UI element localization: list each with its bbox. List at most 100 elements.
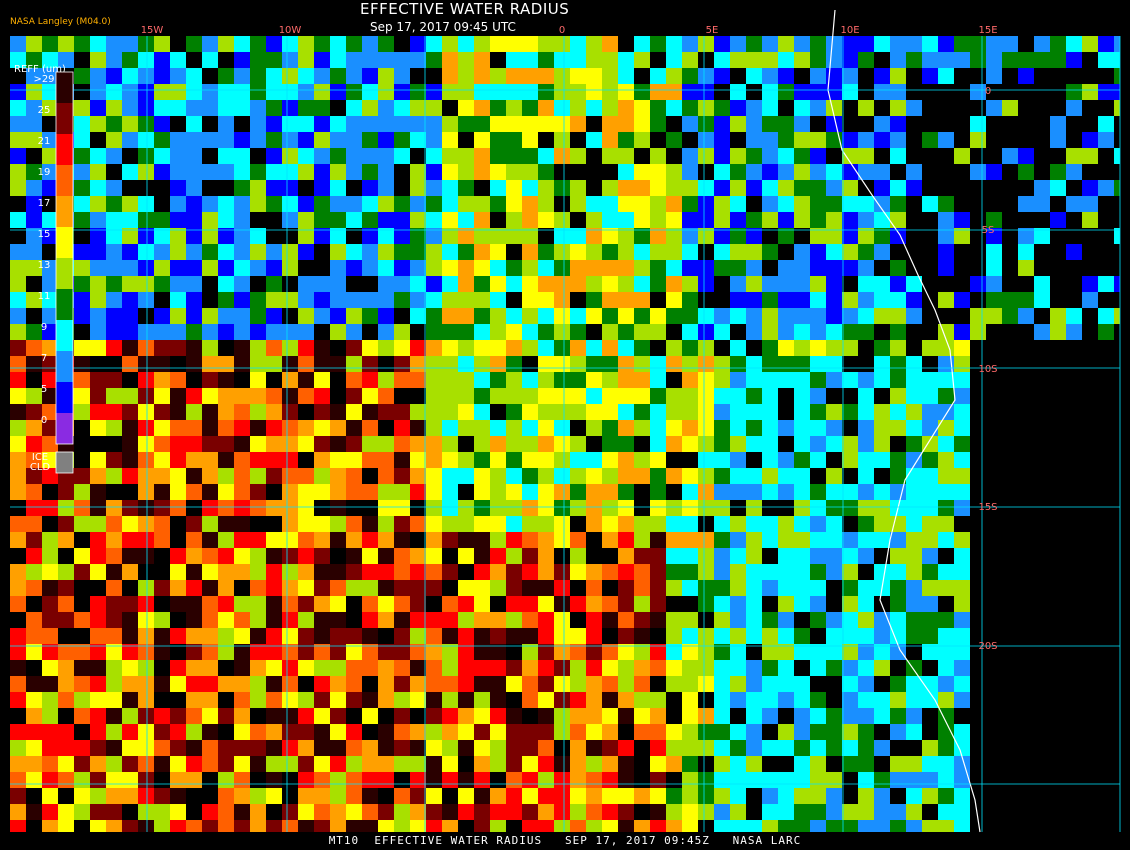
imagery-pixel [650,564,666,580]
imagery-pixel [1098,276,1114,292]
imagery-pixel [538,324,554,340]
imagery-pixel [570,340,586,356]
imagery-pixel [714,532,730,548]
imagery-pixel [314,772,330,788]
imagery-pixel [234,436,250,452]
imagery-pixel [730,388,746,404]
imagery-pixel [922,52,938,68]
imagery-pixel [426,708,442,724]
imagery-pixel [714,132,730,148]
imagery-pixel [106,756,122,772]
imagery-pixel [746,100,762,116]
imagery-pixel [682,804,698,820]
imagery-pixel [330,324,346,340]
imagery-pixel [58,484,74,500]
imagery-pixel [586,212,602,228]
imagery-pixel [234,804,250,820]
imagery-pixel [490,420,506,436]
imagery-pixel [442,308,458,324]
imagery-pixel [506,324,522,340]
imagery-pixel [90,100,106,116]
imagery-pixel [842,212,858,228]
imagery-pixel [810,484,826,500]
imagery-pixel [634,212,650,228]
imagery-pixel [618,708,634,724]
imagery-pixel [698,468,714,484]
imagery-pixel [938,564,954,580]
imagery-pixel [426,804,442,820]
imagery-pixel [554,276,570,292]
imagery-pixel [202,388,218,404]
imagery-pixel [410,564,426,580]
imagery-pixel [1098,308,1114,324]
imagery-pixel [314,372,330,388]
imagery-pixel [378,516,394,532]
imagery-pixel [826,308,842,324]
imagery-pixel [106,292,122,308]
imagery-pixel [298,740,314,756]
imagery-pixel [266,340,282,356]
imagery-pixel [250,180,266,196]
imagery-pixel [490,708,506,724]
imagery-pixel [378,644,394,660]
imagery-pixel [170,468,186,484]
imagery-pixel [794,276,810,292]
imagery-pixel [618,500,634,516]
imagery-pixel [10,372,26,388]
imagery-pixel [362,612,378,628]
imagery-pixel [250,548,266,564]
imagery-pixel [506,468,522,484]
imagery-pixel [186,564,202,580]
imagery-pixel [602,388,618,404]
imagery-pixel [618,148,634,164]
imagery-pixel [282,52,298,68]
imagery-pixel [890,180,906,196]
imagery-pixel [58,740,74,756]
imagery-pixel [922,68,938,84]
imagery-pixel [730,372,746,388]
imagery-pixel [794,244,810,260]
footer-caption: MT10 EFFECTIVE WATER RADIUS SEP 17, 2017… [328,834,802,847]
imagery-pixel [810,548,826,564]
imagery-pixel [458,324,474,340]
imagery-pixel [1066,308,1082,324]
imagery-pixel [570,308,586,324]
imagery-pixel [490,644,506,660]
imagery-pixel [602,740,618,756]
imagery-pixel [746,436,762,452]
imagery-pixel [858,612,874,628]
imagery-pixel [650,84,666,100]
imagery-pixel [746,676,762,692]
imagery-pixel [794,388,810,404]
imagery-pixel [186,148,202,164]
imagery-pixel [698,388,714,404]
imagery-pixel [858,756,874,772]
imagery-pixel [938,372,954,388]
imagery-pixel [474,452,490,468]
latitude-label: 10S [978,364,997,375]
imagery-pixel [810,148,826,164]
imagery-pixel [282,164,298,180]
imagery-pixel [122,68,138,84]
imagery-pixel [586,452,602,468]
imagery-pixel [218,36,234,52]
imagery-pixel [346,372,362,388]
imagery-pixel [634,596,650,612]
imagery-pixel [394,244,410,260]
imagery-pixel [218,436,234,452]
imagery-pixel [234,100,250,116]
imagery-pixel [218,308,234,324]
imagery-pixel [618,548,634,564]
imagery-pixel [426,532,442,548]
imagery-pixel [938,388,954,404]
imagery-pixel [170,68,186,84]
imagery-pixel [458,84,474,100]
imagery-pixel [218,612,234,628]
imagery-pixel [970,132,986,148]
imagery-pixel [730,164,746,180]
imagery-pixel [794,500,810,516]
imagery-pixel [122,756,138,772]
imagery-pixel [298,36,314,52]
imagery-pixel [682,692,698,708]
imagery-pixel [490,724,506,740]
